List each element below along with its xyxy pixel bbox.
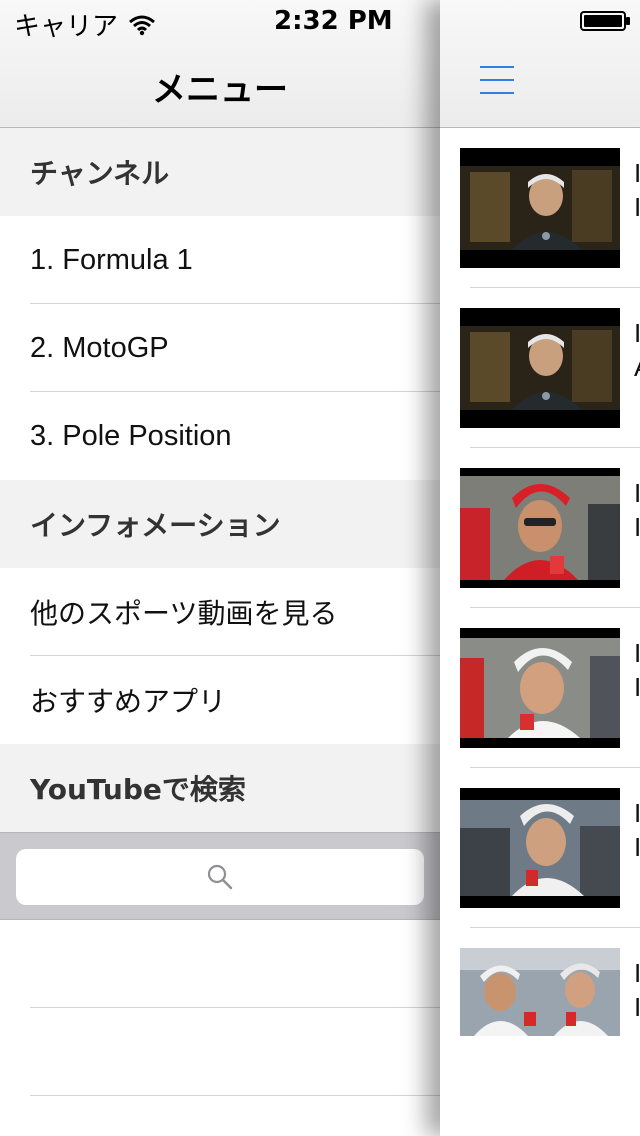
video-thumbnail (460, 628, 620, 748)
video-thumbnail (460, 468, 620, 588)
video-subtitle: A (634, 352, 640, 383)
video-subtitle: I (634, 832, 640, 862)
hamburger-line (480, 79, 514, 81)
section-header-youtube-search: YouTubeで検索 (0, 744, 440, 832)
video-thumbnail (460, 788, 620, 908)
carrier-label: キャリア (14, 12, 119, 42)
menu-item-motogp[interactable]: 2. MotoGP (0, 304, 440, 392)
menu-item-other-sports[interactable]: 他のスポーツ動画を見る (0, 568, 440, 656)
video-title: I (634, 478, 640, 508)
row-divider (30, 1007, 440, 1008)
content-navigation-bar (440, 0, 640, 128)
hamburger-line (480, 66, 514, 68)
video-subtitle: I (634, 192, 640, 222)
battery-icon (580, 11, 630, 31)
video-title: I (634, 158, 640, 188)
video-list-item[interactable]: I I (440, 128, 640, 288)
menu-title: メニュー (152, 70, 288, 110)
video-list-item[interactable]: I I (440, 448, 640, 608)
menu-toggle-button[interactable] (480, 66, 514, 94)
row-divider (30, 1095, 440, 1096)
video-list-panel: I I I A (440, 0, 640, 1136)
section-header-information: インフォメーション (0, 480, 440, 568)
video-title: I (634, 958, 640, 988)
video-subtitle: I (634, 512, 640, 542)
search-input[interactable] (16, 849, 424, 905)
video-subtitle: I (634, 672, 640, 702)
video-list-item[interactable]: I I (440, 768, 640, 928)
menu-item-pole-position[interactable]: 3. Pole Position (0, 392, 440, 480)
menu-item-formula1[interactable]: 1. Formula 1 (0, 216, 440, 304)
video-title: I (634, 638, 640, 668)
status-carrier: キャリア (14, 6, 156, 43)
video-list-item[interactable]: I I (440, 608, 640, 768)
video-title: I (634, 318, 640, 348)
video-thumbnail (460, 948, 620, 1036)
section-header-channels: チャンネル (0, 128, 440, 216)
video-list-item[interactable]: I I (440, 928, 640, 1088)
menu-navigation-bar: キャリア 2:32 PM メニュー (0, 0, 440, 128)
menu-item-recommended-apps[interactable]: おすすめアプリ (0, 656, 440, 744)
hamburger-line (480, 92, 514, 94)
wifi-icon (129, 15, 155, 35)
status-time: 2:32 PM (274, 6, 393, 36)
search-icon (207, 864, 233, 890)
video-subtitle: I (634, 992, 640, 1022)
video-thumbnail (460, 308, 620, 428)
video-thumbnail (460, 148, 620, 268)
search-bar (0, 832, 440, 920)
video-list-item[interactable]: I A (440, 288, 640, 448)
video-title: I (634, 798, 640, 828)
side-menu: キャリア 2:32 PM メニュー チャンネル 1. Formula 1 2. … (0, 0, 440, 1136)
